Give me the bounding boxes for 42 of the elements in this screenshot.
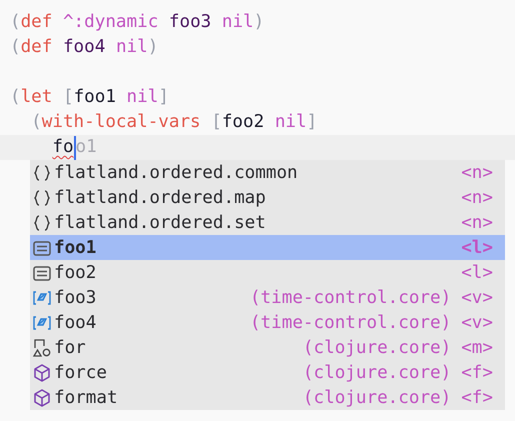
braces-icon xyxy=(32,188,52,208)
shapes-icon xyxy=(32,338,52,358)
completion-item[interactable]: for (clojure.core) <m> xyxy=(30,335,505,360)
keyword: def xyxy=(20,36,52,59)
var-name: foo3 xyxy=(168,11,212,34)
bracket: [ xyxy=(211,111,222,134)
bracket: [ xyxy=(62,86,74,109)
keyword: with-local-vars xyxy=(42,111,201,134)
bracket: ( xyxy=(10,11,21,34)
cube-icon xyxy=(32,362,52,382)
metadata: ^:dynamic xyxy=(62,11,158,34)
cube-icon xyxy=(32,388,52,408)
completion-item[interactable]: foo3 (time-control.core) <v> xyxy=(30,285,505,310)
text-cursor xyxy=(74,136,76,160)
completion-item[interactable]: foo1 <l> xyxy=(30,235,505,260)
completion-hint: o1 xyxy=(76,136,97,159)
nil-literal: nil xyxy=(222,11,254,34)
keyword: def xyxy=(20,11,52,34)
bracket: ( xyxy=(31,111,42,134)
completion-item[interactable]: flatland.ordered.map <n> xyxy=(30,185,505,210)
bracket: ) xyxy=(254,11,264,34)
typed-text: fo xyxy=(52,136,74,159)
var-name: foo4 xyxy=(62,36,106,59)
nil-literal: nil xyxy=(116,36,148,59)
completion-item[interactable]: force (clojure.core) <f> xyxy=(30,360,505,385)
keyword: let xyxy=(20,86,52,109)
symbol: foo1 xyxy=(74,86,116,109)
nil-literal: nil xyxy=(126,86,158,109)
bracket: ] xyxy=(306,111,318,134)
completion-item[interactable]: flatland.ordered.set <n> xyxy=(30,210,505,235)
braces-icon xyxy=(32,212,52,232)
symbol: foo2 xyxy=(222,111,264,134)
bracket: ( xyxy=(10,86,21,109)
bracket: ] xyxy=(158,86,169,109)
completion-item[interactable]: flatland.ordered.common <n> xyxy=(30,160,505,185)
nil-literal: nil xyxy=(274,111,307,134)
completion-item[interactable]: format (clojure.core) <f> xyxy=(30,385,505,410)
completion-item[interactable]: foo2 <l> xyxy=(30,260,505,285)
bracket: ( xyxy=(10,36,21,59)
completion-item[interactable]: foo4 (time-control.core) <v> xyxy=(30,310,505,335)
bracket: ) xyxy=(148,36,158,59)
braces-icon xyxy=(32,162,52,182)
